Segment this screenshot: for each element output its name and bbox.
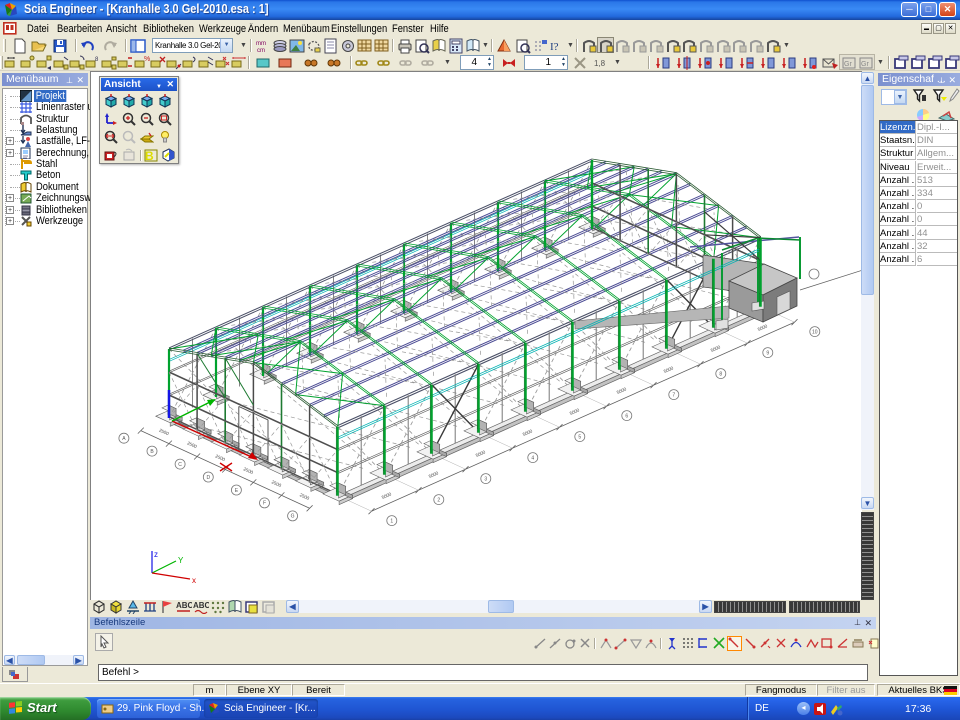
svg-text:5000: 5000 <box>381 491 393 500</box>
svg-text:5000: 5000 <box>522 428 534 437</box>
svg-text:Y: Y <box>178 556 184 565</box>
svg-text:G: G <box>291 514 295 520</box>
svg-text:Gr: Gr <box>861 61 869 68</box>
svg-text:8: 8 <box>719 371 722 377</box>
svg-text:C: C <box>178 462 182 468</box>
svg-text:%: % <box>144 56 150 63</box>
svg-text:10: 10 <box>812 329 818 335</box>
svg-text:2500: 2500 <box>158 428 170 437</box>
svg-text:5000: 5000 <box>616 386 628 395</box>
svg-text:7: 7 <box>672 392 675 398</box>
svg-text:5000: 5000 <box>757 323 769 332</box>
svg-text:5000: 5000 <box>428 470 440 479</box>
svg-text:2500: 2500 <box>215 453 227 462</box>
svg-text:F: F <box>263 501 266 507</box>
svg-text:B: B <box>145 149 154 162</box>
svg-text:2: 2 <box>437 497 440 503</box>
svg-text:2500: 2500 <box>299 492 311 501</box>
svg-text:2500: 2500 <box>186 440 198 449</box>
svg-text:2500: 2500 <box>243 466 255 475</box>
svg-text:1: 1 <box>390 518 393 524</box>
svg-text:ABC: ABC <box>176 601 192 610</box>
svg-text:I?: I? <box>550 41 559 53</box>
svg-text:5000: 5000 <box>569 407 581 416</box>
svg-text:z: z <box>154 550 158 559</box>
svg-text:D: D <box>206 475 210 481</box>
svg-text:ABC: ABC <box>193 601 209 610</box>
svg-text:x: x <box>192 576 196 585</box>
svg-text:5: 5 <box>578 434 581 440</box>
svg-text:5000: 5000 <box>663 365 675 374</box>
svg-text:1,8: 1,8 <box>594 59 606 68</box>
svg-text:6: 6 <box>625 413 628 419</box>
svg-text:2500: 2500 <box>271 479 283 488</box>
svg-text:mm: mm <box>256 41 266 47</box>
svg-text:5000: 5000 <box>475 449 487 458</box>
svg-text:3: 3 <box>484 476 487 482</box>
svg-text:8: 8 <box>95 57 99 63</box>
svg-text:9: 9 <box>766 350 769 356</box>
svg-text:Gr: Gr <box>844 61 852 68</box>
svg-text:5000: 5000 <box>710 344 722 353</box>
svg-text:4: 4 <box>531 455 534 461</box>
